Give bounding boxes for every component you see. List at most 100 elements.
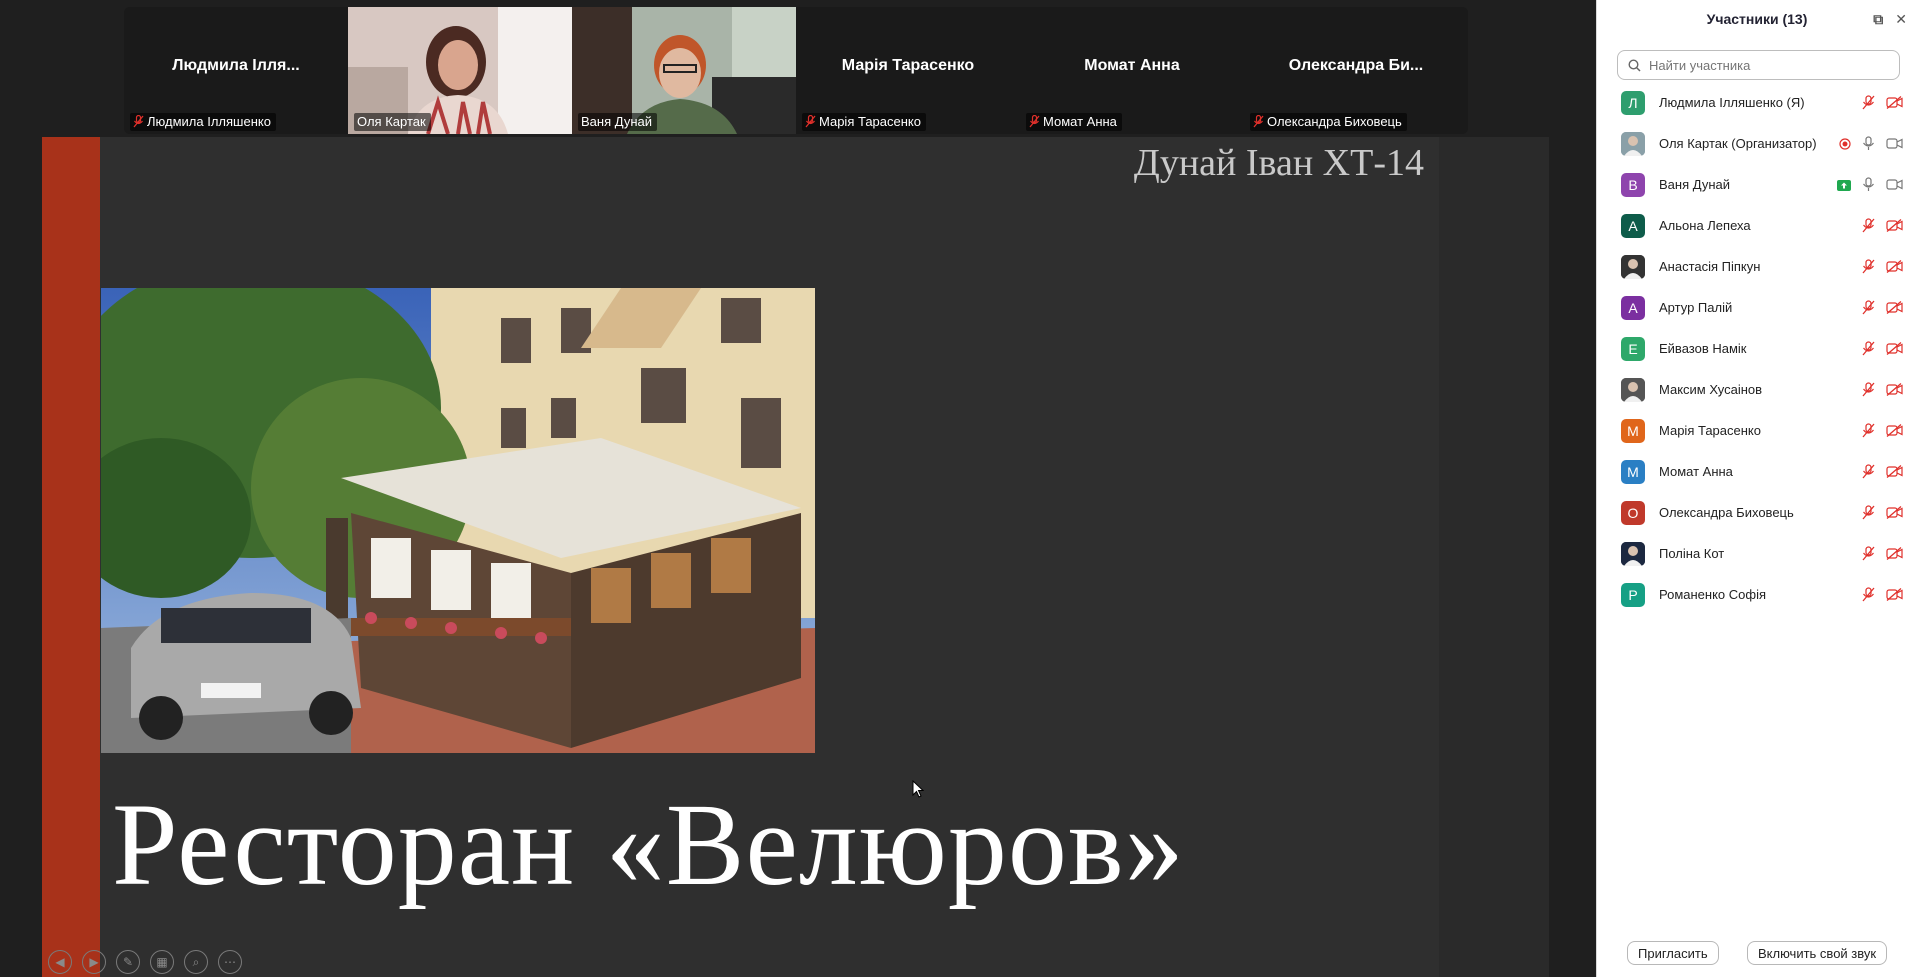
participant-row[interactable]: Максим Хусаінов (1597, 369, 1916, 410)
participant-label: Олександра Биховець (1250, 113, 1407, 131)
participant-row[interactable]: Поліна Кот (1597, 533, 1916, 574)
participant-name: Ваня Дунай (1659, 177, 1730, 192)
participant-row[interactable]: Анастасія Піпкун (1597, 246, 1916, 287)
camera-off-icon[interactable] (1886, 219, 1903, 237)
mic-muted-icon[interactable] (1861, 341, 1876, 361)
participant-row[interactable]: Оля Картак (Организатор) (1597, 123, 1916, 164)
participant-row[interactable]: А Артур Палій (1597, 287, 1916, 328)
slides-grid-icon[interactable]: ▦ (150, 950, 174, 974)
panel-header: Участники (13) ⧉ ✕ (1597, 0, 1916, 38)
panel-title: Участники (13) (1706, 11, 1808, 27)
camera-off-icon[interactable] (1886, 260, 1903, 278)
video-tile[interactable]: Людмила Ілля... Людмила Ілляшенко (124, 7, 348, 134)
avatar: Л (1621, 90, 1645, 115)
pen-icon[interactable]: ✎ (116, 950, 140, 974)
video-gallery: Людмила Ілля... Людмила Ілляшенко Оля Ка… (124, 7, 1468, 134)
search-icon (1628, 58, 1641, 72)
camera-off-icon[interactable] (1886, 465, 1903, 483)
participant-label-text: Людмила Ілляшенко (147, 114, 271, 129)
participant-name-center: Марія Тарасенко (841, 57, 975, 74)
invite-button[interactable]: Пригласить (1627, 941, 1719, 965)
video-tile[interactable]: Марія Тарасенко Марія Тарасенко (796, 7, 1020, 134)
avatar: B (1621, 172, 1645, 197)
more-options-icon[interactable]: ⋯ (218, 950, 242, 974)
participant-name-center: Олександра Би... (1288, 57, 1424, 74)
mic-muted-icon (805, 115, 816, 128)
camera-off-icon[interactable] (1886, 342, 1903, 360)
pop-out-icon[interactable]: ⧉ (1873, 11, 1883, 28)
panel-footer: Пригласить Включить свой звук (1597, 931, 1916, 977)
camera-off-icon[interactable] (1886, 506, 1903, 524)
mic-muted-icon[interactable] (1861, 95, 1876, 115)
participant-row[interactable]: Е Ейвазов Намік (1597, 328, 1916, 369)
camera-off-icon[interactable] (1886, 588, 1903, 606)
avatar (1621, 131, 1645, 156)
screen-share-icon (1837, 178, 1851, 196)
participant-name: Момат Анна (1659, 464, 1733, 479)
mic-muted-icon[interactable] (1861, 259, 1876, 279)
participant-name: Альона Лепеха (1659, 218, 1751, 233)
avatar: Р (1621, 582, 1645, 607)
camera-off-icon[interactable] (1886, 547, 1903, 565)
camera-icon[interactable] (1886, 137, 1903, 155)
slide-author: Дунай Іван ХТ-14 (1133, 142, 1424, 184)
participant-name: Марія Тарасенко (1659, 423, 1761, 438)
close-icon[interactable]: ✕ (1895, 11, 1907, 28)
mic-icon[interactable] (1861, 177, 1876, 197)
participant-row[interactable]: Л Людмила Ілляшенко (Я) (1597, 82, 1916, 123)
camera-off-icon[interactable] (1886, 96, 1903, 114)
participant-row[interactable]: М Момат Анна (1597, 451, 1916, 492)
avatar: А (1621, 213, 1645, 238)
participant-name: Олександра Биховець (1659, 505, 1794, 520)
avatar: А (1621, 295, 1645, 320)
participant-name-center: Людмила Ілля... (172, 57, 300, 74)
mic-muted-icon[interactable] (1861, 505, 1876, 525)
camera-off-icon[interactable] (1886, 383, 1903, 401)
video-tile-active-speaker[interactable]: Ваня Дунай (572, 7, 796, 134)
previous-slide-icon[interactable]: ◀ (48, 950, 72, 974)
camera-icon[interactable] (1886, 178, 1903, 196)
mic-muted-icon (1253, 115, 1264, 128)
video-tile[interactable]: Олександра Би... Олександра Биховець (1244, 7, 1468, 134)
mic-muted-icon[interactable] (1861, 300, 1876, 320)
camera-off-icon[interactable] (1886, 424, 1903, 442)
participant-name: Анастасія Піпкун (1659, 259, 1761, 274)
search-box[interactable] (1617, 50, 1900, 80)
participant-row[interactable]: А Альона Лепеха (1597, 205, 1916, 246)
mic-muted-icon[interactable] (1861, 218, 1876, 238)
participant-row[interactable]: О Олександра Биховець (1597, 492, 1916, 533)
mic-muted-icon[interactable] (1861, 464, 1876, 484)
slide-side-panel (1439, 137, 1549, 977)
camera-off-icon[interactable] (1886, 301, 1903, 319)
participant-name: Оля Картак (Организатор) (1659, 136, 1817, 151)
participant-row[interactable]: Р Романенко Софія (1597, 574, 1916, 615)
participants-list: Л Людмила Ілляшенко (Я) Оля Картак (Органи… (1597, 82, 1916, 615)
participant-label: Людмила Ілляшенко (130, 113, 276, 131)
video-tile[interactable]: Оля Картак (348, 7, 572, 134)
search-input[interactable] (1647, 56, 1891, 74)
slide-toolbar: ◀ ▶ ✎ ▦ ⌕ ⋯ (48, 950, 242, 974)
participant-label: Марія Тарасенко (802, 113, 926, 131)
participant-name: Поліна Кот (1659, 546, 1725, 561)
mic-muted-icon[interactable] (1861, 382, 1876, 402)
participant-name: Максим Хусаінов (1659, 382, 1763, 397)
zoom-icon[interactable]: ⌕ (184, 950, 208, 974)
mic-muted-icon (133, 115, 144, 128)
video-tile[interactable]: Момат Анна Момат Анна (1020, 7, 1244, 134)
next-slide-icon[interactable]: ▶ (82, 950, 106, 974)
recording-icon (1839, 137, 1851, 155)
shared-screen[interactable]: Дунай Іван ХТ-14 Ресторан «Велюров» ◀ ▶ … (42, 137, 1549, 977)
participant-name: Романенко Софія (1659, 587, 1767, 602)
mic-muted-icon[interactable] (1861, 587, 1876, 607)
mic-muted-icon[interactable] (1861, 546, 1876, 566)
mic-icon[interactable] (1861, 136, 1876, 156)
participant-label-text: Ваня Дунай (581, 114, 652, 129)
mouse-cursor-icon (912, 780, 924, 798)
mic-muted-icon[interactable] (1861, 423, 1876, 443)
participant-row[interactable]: B Ваня Дунай (1597, 164, 1916, 205)
participant-row[interactable]: М Марія Тарасенко (1597, 410, 1916, 451)
participant-name: Людмила Ілляшенко (Я) (1659, 95, 1805, 110)
avatar: М (1621, 459, 1645, 484)
unmute-button[interactable]: Включить свой звук (1747, 941, 1888, 965)
avatar: М (1621, 418, 1645, 443)
